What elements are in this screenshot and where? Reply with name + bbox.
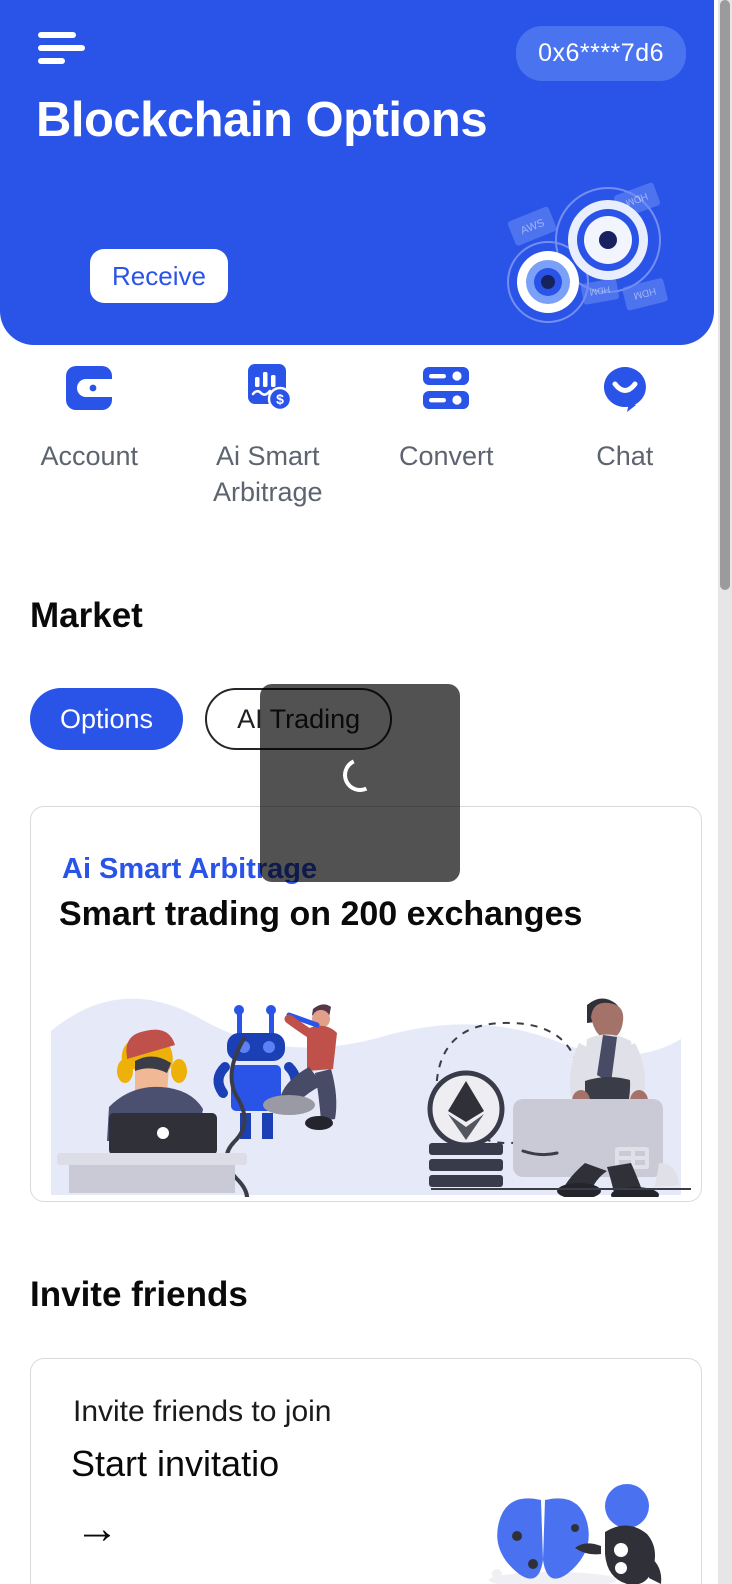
loading-spinner	[338, 753, 382, 797]
hamburger-menu-icon[interactable]	[38, 32, 86, 68]
chat-smile-icon	[597, 360, 653, 416]
quick-action-convert[interactable]: Convert	[357, 360, 536, 510]
invite-subtitle: Invite friends to join	[73, 1395, 332, 1428]
quick-action-label: Ai Smart Arbitrage	[212, 441, 323, 507]
svg-text:HDM: HDM	[632, 285, 657, 301]
quick-action-account[interactable]: Account	[0, 360, 179, 510]
app-header: 0x6****7d6 Blockchain Options Receive AW…	[0, 0, 714, 345]
quick-action-label: Account	[40, 441, 139, 471]
wallet-icon	[61, 360, 117, 416]
quick-action-chat[interactable]: Chat	[536, 360, 715, 510]
quick-action-label: Chat	[596, 441, 654, 471]
receive-button[interactable]: Receive	[90, 249, 228, 303]
hamburger-line-bottom	[38, 58, 65, 64]
svg-text:AWS: AWS	[519, 217, 546, 237]
quick-action-ai-smart-arbitrage[interactable]: $ Ai Smart Arbitrage	[179, 360, 358, 510]
scrollbar-thumb[interactable]	[720, 0, 730, 590]
invite-illustration	[489, 1484, 662, 1584]
card-headline: Smart trading on 200 exchanges	[59, 895, 583, 933]
app-root: 0x6****7d6 Blockchain Options Receive AW…	[0, 0, 732, 1584]
invite-headline: Start invitatio	[71, 1443, 280, 1484]
hamburger-line-middle	[38, 45, 85, 51]
page-title: Blockchain Options	[36, 93, 488, 147]
quick-action-label: Convert	[398, 441, 494, 471]
invite-section-title: Invite friends	[30, 1275, 248, 1314]
wallet-address-pill[interactable]: 0x6****7d6	[516, 26, 686, 81]
tab-options[interactable]: Options	[30, 688, 184, 750]
network-nodes-illustration: AWS HDM HDM HDM	[507, 182, 668, 323]
svg-text:HDM: HDM	[624, 190, 649, 208]
svg-text:$: $	[276, 391, 284, 407]
chart-dollar-icon: $	[240, 360, 296, 416]
market-section-title: Market	[30, 596, 143, 635]
invite-arrow-button[interactable]: →	[75, 1507, 119, 1551]
invite-friends-card[interactable]: Invite friends to join Start invitatio →	[30, 1358, 702, 1584]
loading-overlay	[260, 684, 460, 882]
quick-actions-row: Account $ Ai Smart Arbitrage Convert Cha…	[0, 360, 714, 510]
svg-text:HDM: HDM	[589, 284, 611, 297]
sliders-icon	[418, 360, 474, 416]
hamburger-line-top	[38, 32, 76, 38]
ai-trading-illustration	[51, 998, 691, 1197]
